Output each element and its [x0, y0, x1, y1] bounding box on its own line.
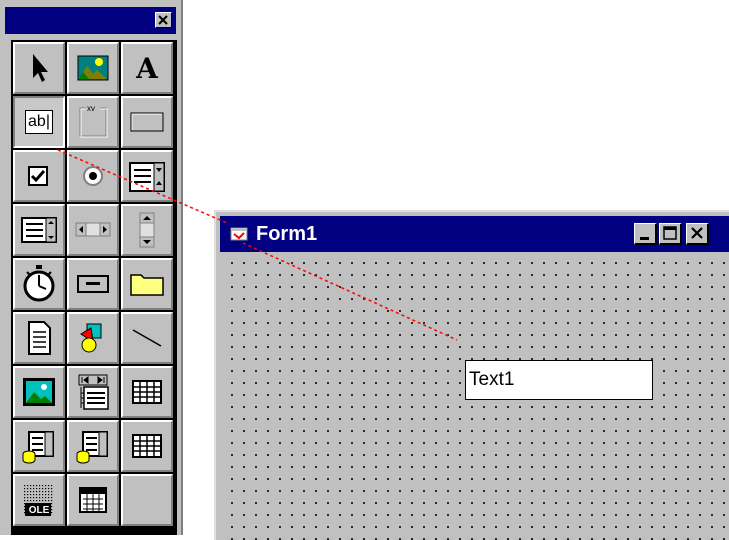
minimize-icon [640, 237, 649, 240]
combobox-icon [129, 162, 165, 192]
vscrollbar-tool[interactable] [121, 204, 173, 256]
line-icon [132, 329, 162, 347]
arrow-pointer-icon [33, 54, 48, 82]
drivelistbox-tool[interactable] [67, 258, 119, 310]
label-glyph: A [136, 51, 158, 85]
image-icon [23, 378, 55, 406]
shape-tool[interactable] [67, 312, 119, 364]
hscrollbar-icon [75, 222, 111, 237]
db-combo-icon [22, 431, 54, 464]
image-tool[interactable] [13, 366, 65, 418]
optionbutton-tool[interactable] [67, 150, 119, 202]
close-icon [691, 227, 703, 239]
toolbox-grid: A ab| xv OLE [11, 40, 177, 535]
minimize-button[interactable] [634, 223, 657, 245]
pointer-tool[interactable] [13, 42, 65, 94]
data-tool[interactable] [67, 366, 119, 418]
ole-glyph: OLE [28, 505, 50, 516]
db-grid-icon [132, 434, 162, 458]
drive-icon [77, 275, 109, 293]
form1-window: Form1 Text1 [214, 210, 729, 540]
picturebox-tool[interactable] [67, 42, 119, 94]
text1-textbox[interactable]: Text1 [465, 360, 653, 400]
textbox-glyph: ab| [25, 110, 53, 134]
dbcombo-tool[interactable] [13, 420, 65, 472]
form-design-grid[interactable]: Text1 [222, 254, 729, 540]
close-icon [158, 15, 168, 25]
close-button[interactable] [686, 223, 709, 245]
dblist-tool[interactable] [67, 420, 119, 472]
combobox-tool[interactable] [121, 150, 173, 202]
checkbox-icon [28, 166, 48, 186]
data-control-icon [78, 374, 109, 410]
label-tool[interactable]: A [121, 42, 173, 94]
toolbox-titlebar[interactable] [5, 7, 176, 34]
timer-tool[interactable] [13, 258, 65, 310]
toolbox-window: A ab| xv OLE [0, 0, 183, 535]
checkbox-tool[interactable] [13, 150, 65, 202]
ole-tool[interactable]: OLE [13, 474, 65, 526]
calendar-tool[interactable] [67, 474, 119, 526]
listbox-icon [21, 217, 57, 243]
option-button-icon [83, 166, 103, 186]
frame-glyph: xv [87, 104, 95, 113]
grid-tool[interactable] [121, 366, 173, 418]
commandbutton-tool[interactable] [121, 96, 173, 148]
label-A-icon: A [123, 44, 171, 92]
textbox-tool[interactable]: ab| [13, 96, 65, 148]
db-list-icon [76, 431, 108, 464]
ole-icon: OLE [15, 476, 63, 524]
toolbox-close-button[interactable] [155, 12, 172, 28]
empty-slot [121, 474, 173, 526]
folder-icon [130, 274, 164, 296]
shapes-icon [80, 323, 102, 353]
line-tool[interactable] [121, 312, 173, 364]
file-icon [28, 321, 51, 355]
hscrollbar-tool[interactable] [67, 204, 119, 256]
textbox-icon: ab| [15, 98, 63, 146]
dbgrid-tool[interactable] [121, 420, 173, 472]
maximize-button[interactable] [659, 223, 682, 245]
dirlistbox-tool[interactable] [121, 258, 173, 310]
maximize-icon [663, 226, 677, 240]
calendar-icon [79, 487, 107, 513]
picture-icon [77, 55, 109, 81]
frame-tool[interactable]: xv [67, 96, 119, 148]
listbox-tool[interactable] [13, 204, 65, 256]
command-button-icon [130, 112, 164, 132]
form1-titlebar[interactable]: Form1 [220, 216, 729, 252]
filelistbox-tool[interactable] [13, 312, 65, 364]
stopwatch-icon [23, 265, 55, 302]
form-app-icon [230, 227, 248, 241]
grid-icon [132, 380, 162, 404]
vscrollbar-icon [139, 212, 155, 248]
form-title: Form1 [256, 223, 318, 245]
